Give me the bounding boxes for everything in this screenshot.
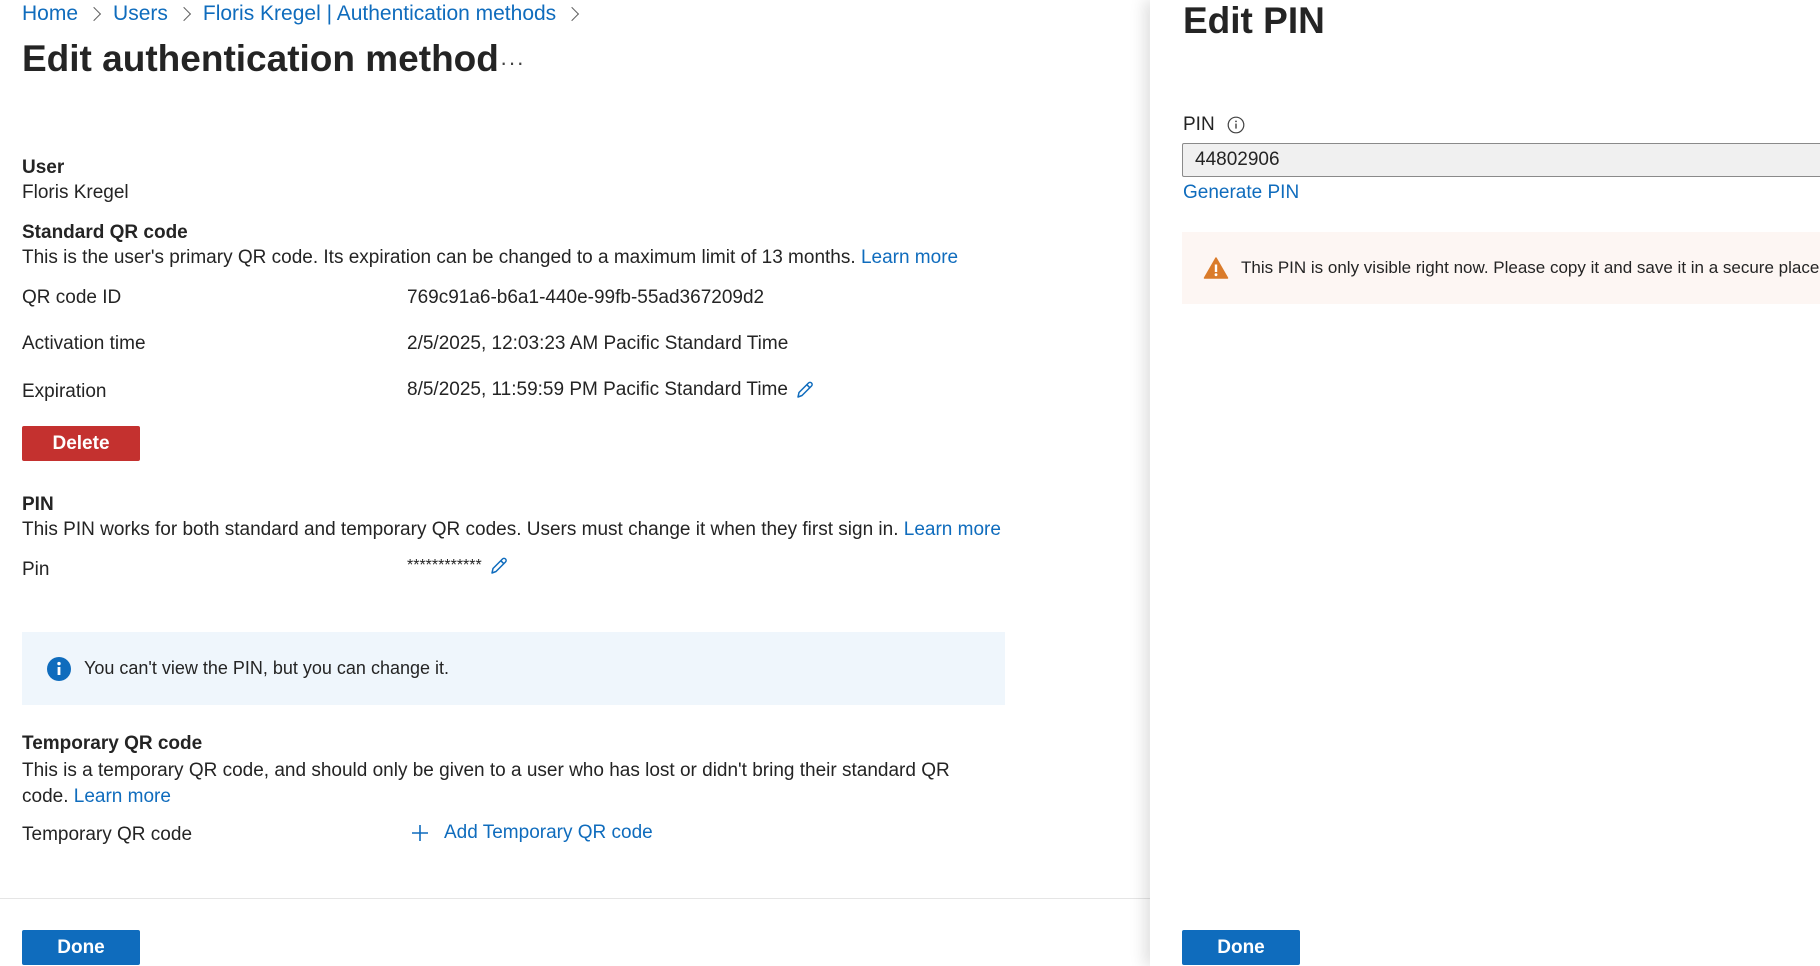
pin-field-label: PIN (1183, 114, 1245, 136)
edit-pin-panel: Edit PIN PIN Generate PIN This PIN is on… (1150, 0, 1820, 966)
info-icon (46, 656, 72, 682)
chevron-right-icon (565, 6, 580, 22)
user-heading: User (22, 157, 65, 178)
activation-time-label: Activation time (22, 333, 146, 354)
pin-input[interactable] (1182, 143, 1820, 177)
generate-pin-link[interactable]: Generate PIN (1183, 182, 1299, 204)
temporary-qr-learn-more-link[interactable]: Learn more (74, 786, 171, 807)
pin-row-value: ************ (407, 555, 510, 577)
activation-time-value: 2/5/2025, 12:03:23 AM Pacific Standard T… (407, 333, 789, 354)
pin-warning-message-bar: This PIN is only visible right now. Plea… (1182, 232, 1820, 304)
pin-warning-message: This PIN is only visible right now. Plea… (1241, 258, 1820, 277)
pin-description: This PIN works for both standard and tem… (22, 519, 1001, 540)
chevron-right-icon (176, 6, 191, 22)
info-outline-icon[interactable] (1227, 116, 1245, 134)
qr-code-id-value: 769c91a6-b6a1-440e-99fb-55ad367209d2 (407, 287, 765, 308)
pin-info-message: You can't view the PIN, but you can chan… (84, 658, 450, 678)
breadcrumb-home[interactable]: Home (22, 2, 78, 26)
expiration-label: Expiration (22, 381, 107, 402)
standard-qr-learn-more-link[interactable]: Learn more (861, 247, 958, 268)
edit-pin-pencil-icon[interactable] (488, 555, 510, 577)
temporary-qr-heading: Temporary QR code (22, 733, 203, 754)
temporary-qr-row-label: Temporary QR code (22, 824, 193, 845)
panel-done-button[interactable]: Done (1182, 930, 1300, 965)
pin-info-message-bar: You can't view the PIN, but you can chan… (22, 632, 1005, 705)
temporary-qr-description: This is a temporary QR code, and should … (22, 760, 950, 807)
panel-title: Edit PIN (1183, 0, 1325, 41)
expiration-value: 8/5/2025, 11:59:59 PM Pacific Standard T… (407, 379, 816, 401)
breadcrumb-users[interactable]: Users (113, 2, 168, 26)
plus-icon (410, 823, 430, 843)
pin-learn-more-link[interactable]: Learn more (904, 519, 1001, 540)
footer-divider (0, 898, 1150, 899)
warning-icon (1203, 256, 1229, 280)
standard-qr-description: This is the user's primary QR code. Its … (22, 247, 959, 268)
delete-button[interactable]: Delete (22, 426, 140, 461)
breadcrumb-auth-methods[interactable]: Floris Kregel | Authentication methods (203, 2, 556, 26)
breadcrumb: Home Users Floris Kregel | Authenticatio… (22, 0, 591, 28)
edit-expiration-pencil-icon[interactable] (794, 379, 816, 401)
page-title: Edit authentication method (22, 38, 499, 79)
qr-code-id-label: QR code ID (22, 287, 122, 308)
pin-row-label: Pin (22, 559, 50, 580)
more-options-button[interactable]: ··· (500, 50, 525, 76)
add-temporary-qr-button[interactable]: Add Temporary QR code (410, 822, 653, 844)
pin-heading: PIN (22, 494, 54, 515)
user-name: Floris Kregel (22, 182, 129, 203)
chevron-right-icon (86, 6, 102, 22)
standard-qr-heading: Standard QR code (22, 222, 188, 243)
done-button[interactable]: Done (22, 930, 140, 965)
